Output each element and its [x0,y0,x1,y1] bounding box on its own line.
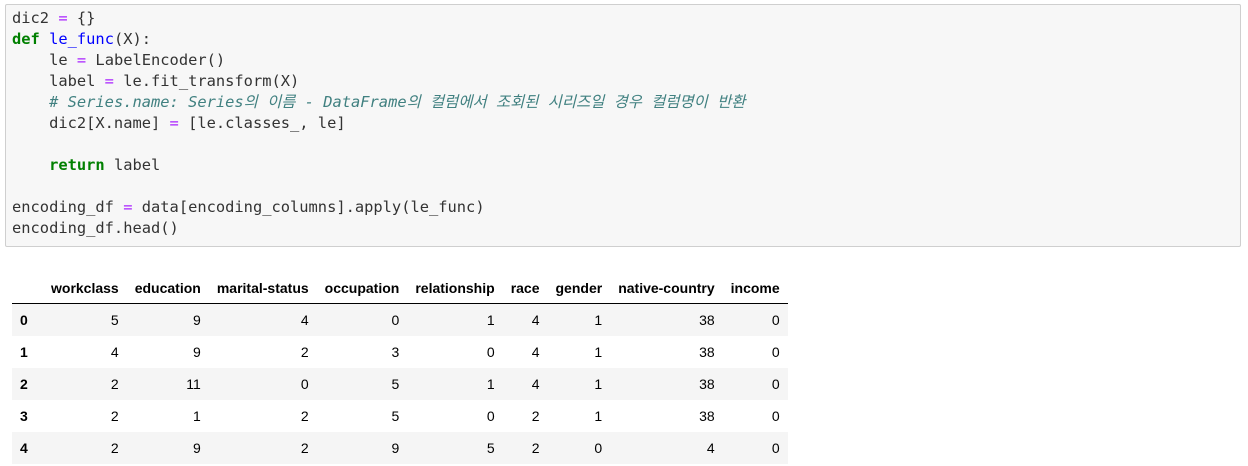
table-cell: 0 [300,375,309,392]
table-cell: 38 [699,407,715,424]
table-cell: 4 [300,311,309,328]
table-cell: 0 [486,343,495,360]
code-line: dic2 = {} [12,9,96,27]
table-cell: 4 [531,311,540,328]
table-cell: 0 [771,439,780,456]
table-cell: 1 [486,311,495,328]
table-cell: 0 [486,407,495,424]
table-cell: 9 [193,311,201,328]
table-header-row: workclass education marital-status occup… [12,272,788,304]
table-cell: 3 [391,343,400,360]
table-cell: 0 [771,375,780,392]
table-cell: 0 [771,407,780,424]
table-cell: 1 [193,407,201,424]
table-cell: 5 [110,311,119,328]
table-cell: 5 [486,439,495,456]
table-cell: 2 [110,439,119,456]
table-cell: 2 [531,439,540,456]
table-cell: 0 [594,439,603,456]
code-line: le = LabelEncoder() [12,51,226,69]
table-cell: 5 [391,407,400,424]
table-cell: 0 [771,311,780,328]
table-cell: 4 [110,343,119,360]
table-cell: 4 [531,375,540,392]
table-cell: 2 [300,343,309,360]
notebook-page: dic2 = {} def le_func(X): le = LabelEncod… [0,0,1248,466]
code-line: encoding_df = data[encoding_columns].app… [12,198,485,216]
table-cell: 2 [300,439,309,456]
table-cell: 0 [771,343,780,360]
output-area: workclass education marital-status occup… [12,272,788,464]
table-cell: 38 [699,311,715,328]
row-index: 4 [20,439,28,456]
table-row: 2 2 11 0 5 1 4 1 38 0 [12,367,788,400]
row-index: 3 [20,407,28,424]
code-line: return label [49,156,161,174]
code-editor[interactable]: dic2 = {} def le_func(X): le = LabelEncod… [12,8,1234,239]
column-header-gender: gender [547,272,611,304]
table-cell: 4 [706,439,715,456]
table-cell: 2 [531,407,540,424]
table-cell: 2 [300,407,309,424]
table-cell: 38 [699,343,715,360]
column-header-workclass: workclass [43,272,127,304]
code-line: def le_func(X): [12,30,152,48]
table-cell: 2 [110,407,119,424]
table-row: 3 2 1 2 5 0 2 1 38 0 [12,400,788,432]
table-cell: 38 [699,375,715,392]
dataframe-table: workclass education marital-status occup… [12,272,788,464]
column-header-income: income [722,272,788,304]
table-cell: 5 [391,375,400,392]
table-cell: 9 [193,343,201,360]
column-header-native-country: native-country [610,272,723,304]
table-cell: 2 [110,375,119,392]
table-cell: 1 [594,407,603,424]
table-cell: 1 [594,343,603,360]
row-index: 2 [20,375,28,392]
table-cell: 11 [186,375,201,392]
row-index: 0 [20,311,28,328]
code-line: dic2[X.name] = [le.classes_, le] [12,114,346,132]
column-header-race: race [502,272,548,304]
table-cell: 1 [594,375,603,392]
column-header-education: education [126,272,209,304]
table-cell: 1 [594,311,603,328]
table-cell: 1 [486,375,495,392]
table-row: 4 2 9 2 9 5 2 0 4 0 [12,431,788,464]
code-comment-line: # Series.name: Series의 이름 - DataFrame의 컬… [49,93,746,111]
code-line: label = le.fit_transform(X) [12,72,300,90]
row-index: 1 [20,343,28,360]
column-header-marital-status: marital-status [208,272,317,304]
column-header-occupation: occupation [316,272,408,304]
code-line: encoding_df.head() [12,219,179,237]
table-row: 0 5 9 4 0 1 4 1 38 0 [12,303,788,336]
code-cell[interactable]: dic2 = {} def le_func(X): le = LabelEncod… [5,4,1241,247]
table-cell: 0 [391,311,400,328]
table-cell: 9 [391,439,400,456]
table-cell: 4 [531,343,540,360]
index-header [12,272,43,304]
table-cell: 9 [193,439,201,456]
column-header-relationship: relationship [407,272,503,304]
table-row: 1 4 9 2 3 0 4 1 38 0 [12,336,788,368]
